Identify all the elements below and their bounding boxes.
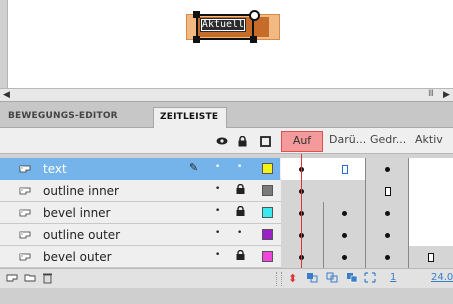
new-folder-icon[interactable]	[24, 272, 36, 286]
pencil-icon: ✎	[189, 161, 199, 174]
frame-label-up[interactable]: Auf	[281, 131, 323, 152]
layer-color-swatch[interactable]	[262, 163, 273, 174]
stage-text-field[interactable]: Aktuell	[200, 18, 246, 32]
timeline-header: Auf Darü... Gedr... Aktiv	[0, 128, 453, 154]
layer-color-swatch[interactable]	[262, 251, 273, 262]
onion-skin-icon[interactable]	[306, 272, 318, 286]
delete-icon[interactable]	[42, 272, 53, 287]
lock-icon[interactable]	[238, 135, 247, 150]
layer-icon	[19, 187, 31, 195]
tab-motion-editor[interactable]: BEWEGUNGS-EDITOR	[2, 107, 152, 128]
blank-keyframe[interactable]	[385, 187, 391, 196]
layer-name[interactable]: outline outer	[43, 228, 120, 242]
blank-keyframe[interactable]	[342, 165, 348, 174]
frame-rate[interactable]: 24.0	[431, 272, 453, 283]
layer-icon	[19, 253, 31, 261]
lock-icon[interactable]	[236, 184, 245, 194]
layer-name[interactable]: bevel inner	[43, 206, 111, 220]
visibility-dot[interactable]: •	[215, 250, 220, 260]
layer-icon	[19, 209, 31, 217]
keyframe-dot[interactable]	[342, 233, 347, 238]
blank-keyframe[interactable]	[428, 253, 434, 262]
frame-span[interactable]	[281, 180, 366, 202]
tab-timeline[interactable]: ZEITLEISTE	[153, 107, 227, 128]
layer-name[interactable]: text	[43, 162, 67, 176]
layer-row-left[interactable]: outline inner •	[0, 180, 280, 202]
visibility-dot[interactable]: •	[215, 206, 220, 216]
frame-row[interactable]	[281, 202, 453, 224]
center-frame-icon[interactable]: ⬍	[288, 272, 297, 285]
layer-color-swatch[interactable]	[262, 185, 273, 196]
layer-row[interactable]: bevel outer •	[0, 246, 453, 268]
layer-row-left[interactable]: bevel inner •	[0, 202, 280, 224]
new-layer-icon[interactable]	[6, 272, 18, 286]
frame-span[interactable]	[281, 158, 366, 180]
frame-span[interactable]	[409, 202, 453, 224]
timeline-bottom-strip	[0, 288, 453, 304]
layer-icon	[19, 165, 31, 173]
stage-horizontal-scrollbar[interactable]: ◀ III ▶	[0, 88, 453, 102]
eye-icon[interactable]	[216, 136, 228, 149]
layer-list: text ✎ • • outline inner • bevel inner •…	[0, 158, 453, 268]
onion-skin-outlines-icon[interactable]	[326, 272, 338, 286]
layer-row[interactable]: bevel inner •	[0, 202, 453, 224]
current-frame-number[interactable]: 1	[390, 272, 396, 283]
frame-label-over[interactable]: Darü...	[329, 133, 366, 146]
outline-toggle-icon[interactable]	[260, 136, 271, 150]
lock-dot[interactable]: •	[237, 162, 242, 172]
keyframe-dot[interactable]	[385, 167, 390, 172]
scroll-right-arrow-icon[interactable]: ▶	[443, 90, 450, 100]
scroll-grip-icon[interactable]: III	[428, 89, 434, 99]
selection-handle-top-left[interactable]	[193, 11, 200, 18]
layer-row[interactable]: outline outer • •	[0, 224, 453, 246]
lock-dot[interactable]: •	[237, 228, 242, 238]
stage-left-strip	[0, 0, 8, 88]
keyframe-dot[interactable]	[385, 233, 390, 238]
layer-row-left[interactable]: outline outer • •	[0, 224, 280, 246]
keyframe-dot[interactable]	[342, 211, 347, 216]
visibility-dot[interactable]: •	[215, 162, 220, 172]
layer-row[interactable]: outline inner •	[0, 180, 453, 202]
frame-span[interactable]	[409, 180, 453, 202]
frame-span[interactable]	[409, 224, 453, 246]
frame-row[interactable]	[281, 224, 453, 246]
stage-area: Aktuell	[0, 0, 453, 88]
layer-icon	[19, 231, 31, 239]
panel-split-handle[interactable]	[276, 272, 282, 286]
layer-color-swatch[interactable]	[262, 207, 273, 218]
frame-span[interactable]	[409, 158, 453, 180]
modify-onion-markers-icon[interactable]	[364, 272, 376, 286]
layer-name[interactable]: outline inner	[43, 184, 119, 198]
layer-row-left[interactable]: text ✎ • •	[0, 158, 280, 180]
keyframe-dot[interactable]	[385, 255, 390, 260]
frame-row[interactable]	[281, 246, 453, 268]
frame-label-down[interactable]: Gedr...	[370, 133, 406, 146]
layer-row-left[interactable]: bevel outer •	[0, 246, 280, 268]
transform-point-handle[interactable]	[249, 10, 260, 21]
frame-row[interactable]	[281, 180, 453, 202]
keyframe-dot[interactable]	[342, 255, 347, 260]
selection-handle-bottom-left[interactable]	[193, 36, 200, 43]
panel-tab-bar: BEWEGUNGS-EDITOR ZEITLEISTE	[0, 102, 453, 128]
visibility-dot[interactable]: •	[215, 228, 220, 238]
lock-icon[interactable]	[236, 206, 245, 216]
layer-name[interactable]: bevel outer	[43, 250, 112, 264]
frame-label-row: Auf Darü... Gedr... Aktiv	[281, 128, 453, 154]
layer-color-swatch[interactable]	[262, 229, 273, 240]
flash-ide-window: Aktuell ◀ III ▶ BEWEGUNGS-EDITOR ZEITLEI…	[0, 0, 453, 304]
edit-multiple-frames-icon[interactable]	[346, 272, 358, 286]
frame-label-hit[interactable]: Aktiv	[415, 133, 443, 146]
selection-handle-bottom-right[interactable]	[250, 36, 257, 43]
scroll-left-arrow-icon[interactable]: ◀	[3, 90, 10, 100]
keyframe-dot[interactable]	[385, 211, 390, 216]
layer-row[interactable]: text ✎ • •	[0, 158, 453, 180]
frame-row[interactable]	[281, 158, 453, 180]
timeline-bottom-bar: ⬍ 1 24.0	[0, 268, 453, 288]
visibility-dot[interactable]: •	[215, 184, 220, 194]
lock-icon[interactable]	[236, 250, 245, 260]
